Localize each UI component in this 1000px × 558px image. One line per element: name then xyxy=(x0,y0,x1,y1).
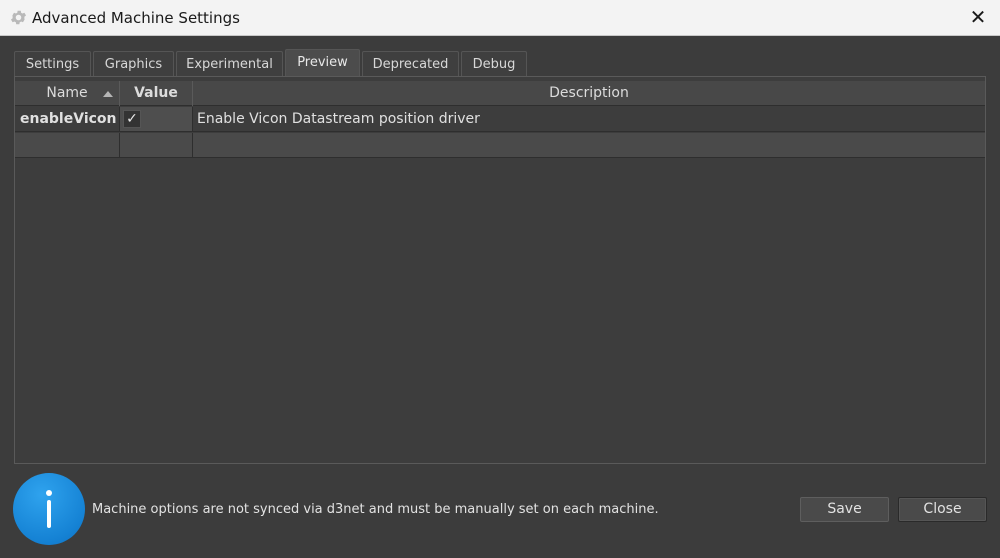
tab-debug[interactable]: Debug xyxy=(461,51,527,77)
tab-graphics[interactable]: Graphics xyxy=(93,51,174,77)
setting-value-cell[interactable] xyxy=(120,133,193,157)
column-header-value[interactable]: Value xyxy=(120,81,193,106)
column-header-name[interactable]: Name xyxy=(15,81,120,106)
info-icon-dot xyxy=(46,490,52,496)
setting-name: enableVicon xyxy=(15,107,120,131)
info-message: Machine options are not synced via d3net… xyxy=(92,502,659,517)
save-button[interactable]: Save xyxy=(800,497,889,522)
close-window-button[interactable]: ✕ xyxy=(966,6,990,30)
settings-table: Name Value Description enableVicon ✓ Ena… xyxy=(14,76,986,464)
window-title: Advanced Machine Settings xyxy=(32,9,240,27)
table-row[interactable]: enableVicon ✓ Enable Vicon Datastream po… xyxy=(15,107,985,132)
close-icon: ✕ xyxy=(969,7,987,29)
title-bar: Advanced Machine Settings ✕ xyxy=(0,0,1000,36)
setting-description xyxy=(193,133,985,157)
table-header: Name Value Description xyxy=(15,81,985,106)
info-icon-bar xyxy=(47,500,51,528)
tab-deprecated[interactable]: Deprecated xyxy=(362,51,459,77)
setting-description: Enable Vicon Datastream position driver xyxy=(197,111,480,127)
gear-icon xyxy=(10,10,27,25)
checkmark-icon: ✓ xyxy=(126,111,138,127)
setting-name xyxy=(15,133,120,157)
column-header-name-label: Name xyxy=(46,85,88,101)
setting-value-cell[interactable]: ✓ xyxy=(120,107,193,131)
advanced-machine-settings-dialog: Advanced Machine Settings ✕ Settings Gra… xyxy=(0,0,1000,558)
info-icon xyxy=(13,473,85,545)
column-header-description[interactable]: Description xyxy=(193,81,985,106)
tab-preview[interactable]: Preview xyxy=(285,49,360,77)
tab-experimental[interactable]: Experimental xyxy=(176,51,283,77)
sort-ascending-icon xyxy=(103,91,113,97)
close-button[interactable]: Close xyxy=(898,497,987,522)
table-row[interactable] xyxy=(15,133,985,158)
tab-settings[interactable]: Settings xyxy=(14,51,91,77)
enable-vicon-checkbox[interactable]: ✓ xyxy=(123,110,141,128)
tab-bar: Settings Graphics Experimental Preview D… xyxy=(14,49,529,77)
